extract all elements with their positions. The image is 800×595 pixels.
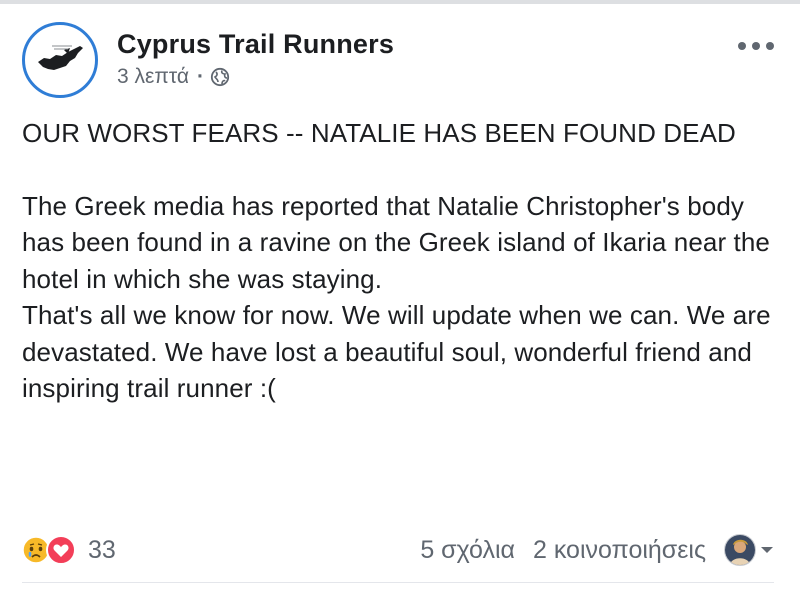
viewer-avatar: [724, 534, 756, 566]
ellipsis-dot: [752, 42, 760, 50]
footer-divider: [22, 582, 774, 583]
post-timestamp[interactable]: 3 λεπτά: [117, 64, 189, 90]
globe-icon[interactable]: [210, 67, 230, 87]
love-icon: [46, 535, 76, 565]
reaction-count: 33: [88, 535, 116, 564]
viewer-selector[interactable]: [706, 534, 774, 566]
reaction-icons: [22, 535, 84, 565]
facebook-post: Cyprus Trail Runners 3 λεπτά · OUR WORST…: [0, 0, 800, 595]
reactions-summary[interactable]: 33: [22, 535, 116, 565]
post-paragraph: The Greek media has reported that Natali…: [22, 190, 778, 294]
top-divider: [0, 0, 800, 4]
user-avatar-icon: [725, 535, 755, 565]
chevron-down-icon: [761, 547, 773, 553]
post-text: OUR WORST FEARS -- NATALIE HAS BEEN FOUN…: [22, 115, 782, 407]
page-avatar[interactable]: [22, 22, 98, 98]
post-headline: OUR WORST FEARS -- NATALIE HAS BEEN FOUN…: [22, 118, 736, 148]
page-meta: Cyprus Trail Runners 3 λεπτά ·: [117, 28, 394, 90]
ellipsis-dot: [766, 42, 774, 50]
engagement-links: 5 σχόλια 2 κοινοποιήσεις: [420, 534, 774, 566]
shares-link[interactable]: 2 κοινοποιήσεις: [533, 536, 706, 565]
meta-separator: ·: [197, 65, 205, 88]
post-meta: 3 λεπτά ·: [117, 64, 394, 90]
comments-link[interactable]: 5 σχόλια: [420, 536, 515, 565]
page-name-link[interactable]: Cyprus Trail Runners: [117, 28, 394, 60]
post-header: Cyprus Trail Runners 3 λεπτά ·: [22, 22, 394, 106]
cyprus-map-logo-icon: [30, 30, 90, 90]
more-options-button[interactable]: [738, 36, 774, 56]
post-footer: 33 5 σχόλια 2 κοινοποιήσεις: [22, 530, 774, 570]
post-paragraph: That's all we know for now. We will upda…: [22, 300, 779, 403]
ellipsis-icon: [738, 42, 746, 50]
